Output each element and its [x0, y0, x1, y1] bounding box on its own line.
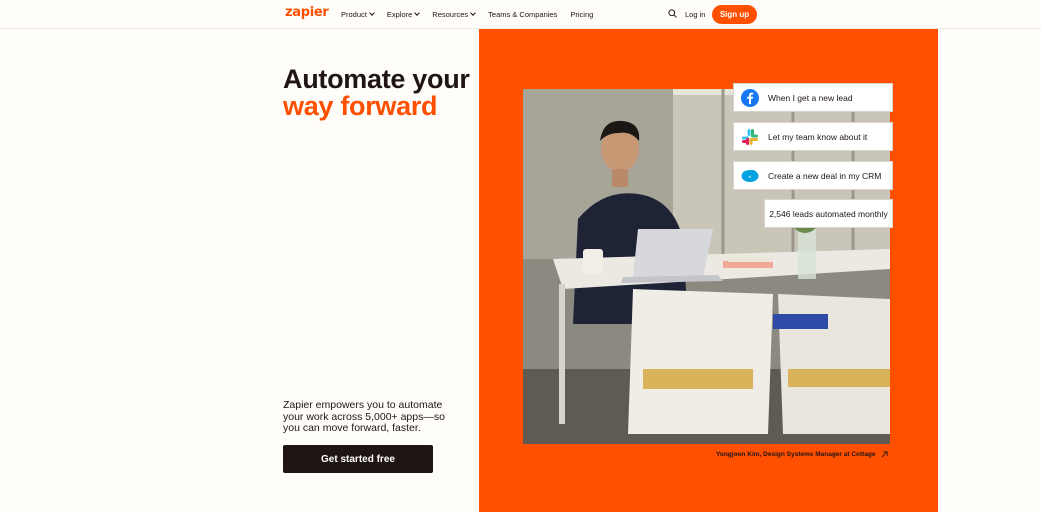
zapier-logo[interactable]: zapier [285, 5, 329, 20]
hero-title: Automate your way forward [283, 66, 470, 120]
get-started-button[interactable]: Get started free [283, 445, 433, 473]
card-text: 2,546 leads automated monthly [769, 208, 888, 219]
nav-product[interactable]: Product [341, 10, 375, 19]
hero-title-line2: way forward [283, 91, 438, 121]
leads-stat-card: 2,546 leads automated monthly [764, 199, 893, 228]
nav-pricing[interactable]: Pricing [570, 10, 593, 19]
automation-step-card-slack: Let my team know about it [733, 122, 893, 151]
caption-text: Yongjoon Kim, Design Systems Manager at … [716, 451, 876, 458]
arrow-up-right-icon [881, 451, 888, 458]
slack-icon [741, 128, 759, 146]
signup-button[interactable]: Sign up [712, 5, 757, 24]
hero-title-line1: Automate your [283, 64, 470, 94]
chevron-down-icon [369, 10, 375, 16]
facebook-icon [741, 88, 759, 107]
chevron-down-icon [414, 10, 421, 16]
salesforce-icon: sf [741, 167, 759, 185]
login-link[interactable]: Log in [685, 10, 705, 19]
card-text: Let my team know about it [768, 131, 868, 142]
nav-product-label: Product [341, 10, 367, 19]
nav-resources[interactable]: Resources [432, 10, 476, 19]
card-text: When I get a new lead [768, 92, 853, 103]
search-icon[interactable] [668, 9, 677, 18]
chevron-down-icon [470, 10, 476, 16]
hero-subtitle: Zapier empowers you to automate your wor… [283, 399, 445, 434]
automation-step-card-facebook: When I get a new lead [733, 83, 893, 112]
nav-explore-label: Explore [386, 10, 413, 19]
nav-teams-companies[interactable]: Teams & Companies [488, 10, 557, 19]
nav-teams-label: Teams & Companies [488, 10, 558, 19]
nav-explore[interactable]: Explore [386, 10, 421, 19]
automation-step-card-salesforce: sf Create a new deal in my CRM [733, 161, 893, 190]
main-nav: Product Explore Resources Teams & Compan… [341, 0, 606, 29]
nav-resources-label: Resources [432, 10, 469, 19]
card-text: Create a new deal in my CRM [768, 170, 882, 181]
nav-pricing-label: Pricing [570, 10, 594, 19]
top-nav-bar: zapier Product Explore Resources Teams &… [0, 0, 1041, 29]
photo-caption[interactable]: Yongjoon Kim, Design Systems Manager at … [716, 451, 888, 458]
